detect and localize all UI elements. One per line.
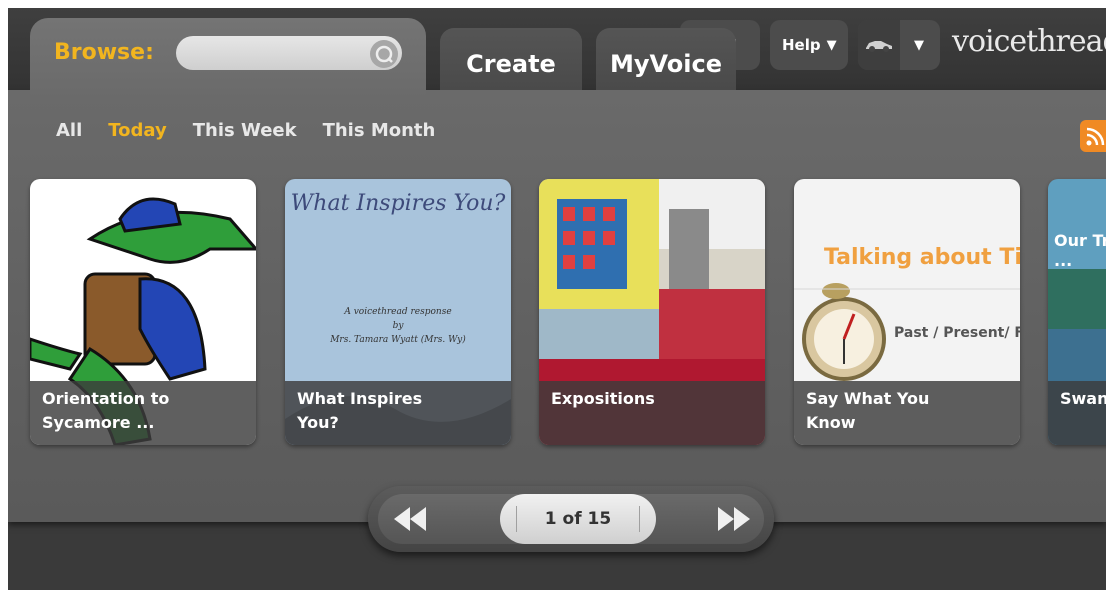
slide-subtitle: Past / Present/ F — [894, 325, 1020, 341]
time-filter-bar: All Today This Week This Month — [56, 120, 461, 141]
rss-icon[interactable] — [1080, 120, 1106, 152]
slide-subtitle: Mrs. Tamara Wyatt (Mrs. Wy) — [330, 335, 466, 345]
search-input[interactable] — [176, 36, 402, 70]
thread-title: Orientation to Sycamore ... — [30, 381, 256, 445]
slide-title: Our Tr — [1054, 231, 1106, 250]
chevron-down-icon: ▼ — [826, 37, 837, 53]
slide-title: What Inspires You? — [290, 191, 506, 216]
thread-title: What Inspires You? — [285, 381, 511, 445]
tab-browse[interactable]: Browse: — [30, 18, 426, 100]
tab-myvoice-label: MyVoice — [609, 50, 722, 78]
voicethread-window: Browse: Create ! MyVoice Help ▼ ▼ voicet… — [8, 8, 1106, 590]
thread-card[interactable]: Expositions — [539, 179, 765, 445]
rewind-icon — [394, 507, 426, 531]
car-icon — [866, 41, 892, 52]
thread-card[interactable]: Talking about Tir Past / Present/ F Say … — [794, 179, 1020, 445]
tab-myvoice[interactable]: MyVoice — [596, 28, 736, 90]
fast-forward-icon — [718, 507, 750, 531]
browse-label: Browse: — [54, 40, 154, 65]
thread-title: Say What You Know — [794, 381, 1020, 445]
help-menu-button[interactable]: Help ▼ — [770, 20, 848, 70]
pagination-track: 1 of 15 — [378, 494, 764, 544]
tab-create-label: Create — [466, 50, 556, 78]
user-menu-button[interactable]: ▼ — [858, 20, 940, 70]
filter-this-week[interactable]: This Week — [193, 120, 297, 141]
tab-create[interactable]: Create — [440, 28, 582, 90]
thread-card[interactable]: What Inspires You? A voicethread respons… — [285, 179, 511, 445]
chevron-down-icon: ▼ — [914, 37, 924, 53]
search-icon[interactable] — [370, 40, 398, 68]
help-label: Help — [782, 36, 821, 54]
slide-subtitle: A voicethread response — [344, 307, 452, 317]
slide-dots: ... — [1054, 251, 1073, 270]
next-page-button[interactable] — [714, 504, 754, 534]
previous-page-button[interactable] — [390, 504, 430, 534]
thread-title: Swan — [1048, 381, 1106, 445]
pagination-control: 1 of 15 — [368, 486, 774, 552]
voicethread-logo[interactable]: voicethread — [952, 24, 1106, 59]
slide-title: Talking about Tir — [824, 245, 1020, 270]
filter-all[interactable]: All — [56, 120, 82, 141]
filter-today[interactable]: Today — [108, 120, 166, 141]
filter-this-month[interactable]: This Month — [323, 120, 436, 141]
thread-card[interactable]: Our Tr ... Swan — [1048, 179, 1106, 445]
page-indicator: 1 of 15 — [500, 494, 656, 544]
avatar — [858, 20, 900, 70]
thread-title: Expositions — [539, 381, 765, 445]
thread-card[interactable]: Orientation to Sycamore ... — [30, 179, 256, 445]
slide-subtitle: by — [392, 321, 404, 331]
